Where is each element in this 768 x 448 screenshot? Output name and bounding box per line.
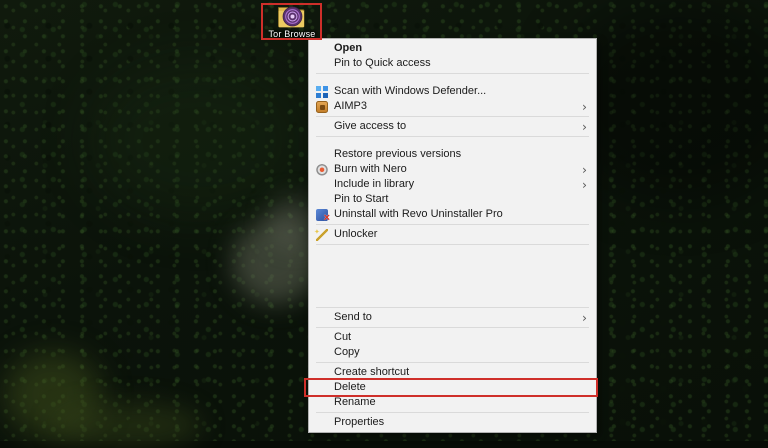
menu-item-send-to[interactable]: Send to › [309, 309, 596, 325]
menu-gap [309, 247, 596, 305]
aimp3-icon [316, 100, 328, 113]
wallpaper-rock-patch [232, 220, 318, 304]
menu-item-pin-to-start[interactable]: Pin to Start [309, 192, 596, 207]
menu-item-label: Unlocker [334, 228, 378, 240]
menu-item-label: Scan with Windows Defender... [334, 85, 487, 97]
menu-item-label: Properties [334, 416, 385, 428]
menu-item-pin-to-quick-access[interactable]: Pin to Quick access [309, 56, 596, 71]
menu-item-label: Give access to [334, 120, 407, 132]
menu-item-scan-with-windows-defender[interactable]: Scan with Windows Defender... [309, 84, 596, 99]
menu-item-label: Burn with Nero [334, 163, 407, 175]
menu-item-label: Delete [334, 381, 366, 393]
submenu-arrow-icon: › [582, 161, 587, 177]
menu-item-uninstall-with-revo-uninstaller-pro[interactable]: Uninstall with Revo Uninstaller Pro [309, 207, 596, 226]
menu-item-label: Uninstall with Revo Uninstaller Pro [334, 208, 503, 220]
menu-item-burn-with-nero[interactable]: Burn with Nero › [309, 161, 596, 177]
revo-icon [316, 208, 330, 226]
wallpaper-grass-patch [52, 402, 202, 448]
submenu-arrow-icon: › [582, 176, 587, 192]
submenu-arrow-icon: › [582, 309, 587, 325]
menu-item-label: Pin to Start [334, 193, 389, 205]
menu-item-label: AIMP3 [334, 100, 368, 112]
menu-item-label: Cut [334, 331, 352, 343]
menu-separator [316, 362, 589, 363]
menu-item-restore-previous-versions[interactable]: Restore previous versions [309, 147, 596, 162]
submenu-arrow-icon: › [582, 98, 587, 114]
menu-item-include-in-library[interactable]: Include in library › [309, 176, 596, 192]
menu-item-label: Include in library [334, 178, 415, 190]
menu-separator [316, 116, 589, 117]
submenu-arrow-icon: › [582, 118, 587, 134]
menu-item-copy[interactable]: Copy [309, 345, 596, 360]
menu-separator [316, 244, 589, 245]
desktop-icon-tor-browser[interactable]: Tor Browse [262, 2, 322, 40]
menu-separator [316, 412, 589, 413]
menu-item-label: Create shortcut [334, 366, 410, 378]
menu-item-open[interactable]: Open [309, 41, 596, 56]
nero-icon [316, 163, 328, 176]
menu-separator [316, 307, 589, 308]
menu-item-label: Pin to Quick access [334, 57, 431, 69]
menu-item-rename[interactable]: Rename [309, 395, 596, 410]
menu-gap [309, 139, 596, 147]
menu-item-create-shortcut[interactable]: Create shortcut [309, 365, 596, 380]
menu-item-aimp3[interactable]: AIMP3 › [309, 98, 596, 114]
menu-item-properties[interactable]: Properties [309, 415, 596, 430]
wallpaper-grass-patch [4, 352, 102, 438]
menu-item-delete[interactable]: Delete [304, 378, 598, 397]
menu-item-label: Send to [334, 311, 372, 323]
menu-gap [309, 76, 596, 84]
menu-item-cut[interactable]: Cut [309, 330, 596, 345]
context-menu: Open Pin to Quick access Scan with Windows… [304, 38, 598, 433]
menu-item-label: Rename [334, 396, 376, 408]
menu-separator [316, 73, 589, 74]
menu-item-give-access-to[interactable]: Give access to › [309, 118, 596, 134]
windows-defender-icon [316, 85, 328, 98]
menu-item-label: Copy [334, 346, 360, 358]
menu-item-label: Open [334, 42, 363, 54]
menu-separator [316, 327, 589, 328]
wallpaper-foliage-patch [90, 60, 310, 220]
menu-item-label: Restore previous versions [334, 148, 462, 160]
menu-item-unlocker[interactable]: Unlocker [309, 225, 596, 242]
tor-browser-icon [277, 4, 306, 29]
unlocker-icon [314, 225, 328, 241]
menu-separator [316, 224, 589, 225]
menu-separator [316, 136, 589, 137]
